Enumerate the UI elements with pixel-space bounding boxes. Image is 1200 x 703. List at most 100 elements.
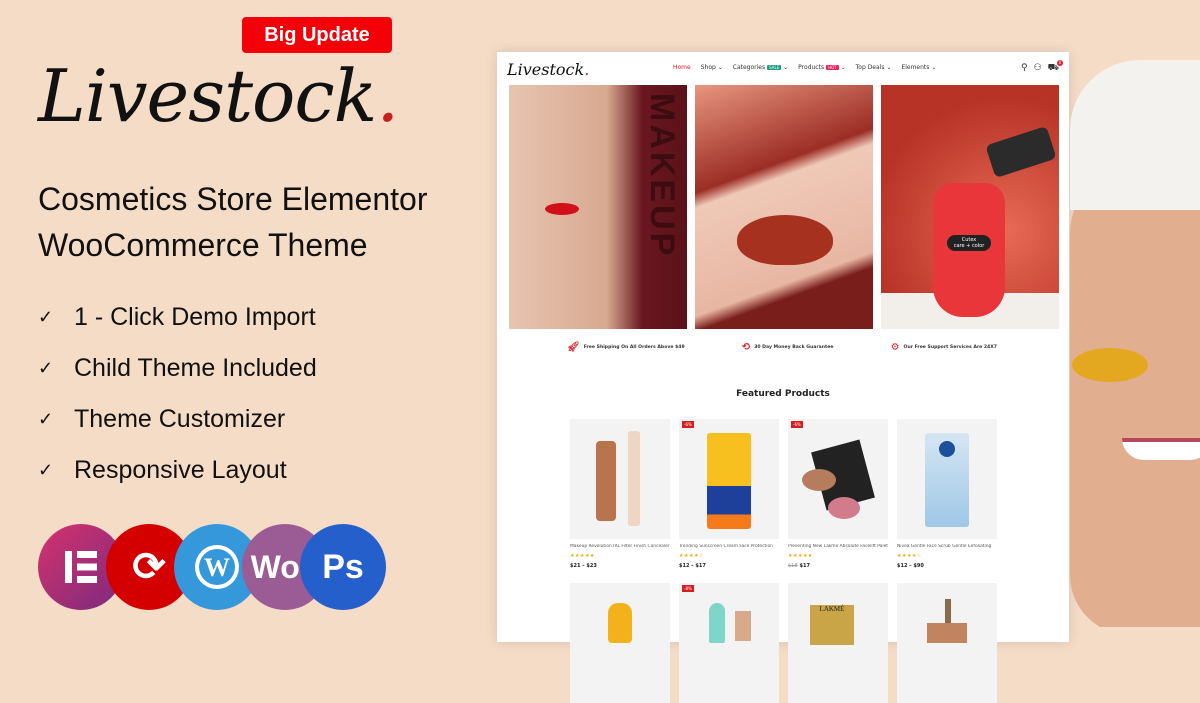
product-image[interactable]: -6%: [679, 419, 779, 539]
price-value: $12 – $17: [679, 563, 706, 569]
headline-line-2: WooCommerce Theme: [38, 227, 368, 263]
product-card[interactable]: -8%: [679, 583, 779, 703]
feature-item: ✓ 1 - Click Demo Import: [38, 292, 317, 343]
site-logo-text: Livestock: [507, 59, 585, 79]
search-icon[interactable]: ⚲: [1021, 63, 1028, 74]
product-price: $21 – $23: [570, 563, 670, 569]
chevron-down-icon: ⌄: [717, 64, 723, 71]
model-photo: [1070, 60, 1200, 627]
money-back-icon: ⟲: [741, 342, 751, 353]
tech-logos: ⟳ W Woo Ps: [38, 524, 398, 610]
product-name[interactable]: Makeup Revolution IRL Filter Finish Conc…: [570, 544, 670, 549]
site-logo[interactable]: Livestock.: [507, 60, 589, 79]
site-logo-dot: .: [584, 59, 590, 79]
feature-item: ✓ Responsive Layout: [38, 445, 317, 496]
product-image[interactable]: [897, 583, 997, 703]
nav-categories[interactable]: Categories SALE ⌄: [733, 64, 788, 71]
service-text: 30 Day Money Back Guarantee: [754, 345, 834, 350]
sale-badge: -6%: [682, 421, 694, 428]
user-icon[interactable]: ⚇: [1034, 63, 1042, 74]
eye-patch: [1072, 348, 1148, 382]
product-rating: ★★★★☆: [679, 553, 704, 559]
chevron-down-icon: ⌄: [840, 64, 846, 71]
product-image[interactable]: [570, 419, 670, 539]
product-price: $12 – $90: [897, 563, 997, 569]
product-image[interactable]: -6%: [788, 419, 888, 539]
feature-list: ✓ 1 - Click Demo Import ✓ Child Theme Incl…: [38, 292, 317, 496]
nav-top-deals-label: Top Deals: [855, 64, 885, 71]
product-name[interactable]: Trending Sunscreen Cream Face Protection: [679, 544, 779, 549]
towel: [1070, 60, 1200, 210]
polish-line: care + color: [953, 243, 985, 249]
logo-dot: .: [376, 54, 399, 138]
feature-label: Theme Customizer: [74, 405, 286, 433]
hot-tag: HOT: [826, 65, 839, 70]
feature-item: ✓ Child Theme Included: [38, 343, 317, 394]
service-item: ⟲ 30 Day Money Back Guarantee: [742, 342, 834, 353]
service-text: Free Shipping On All Orders Above $49: [583, 345, 685, 350]
big-update-badge: Big Update: [242, 17, 392, 53]
product-card[interactable]: [570, 583, 670, 703]
banner-nail-polish[interactable]: Cutex care + color: [881, 85, 1059, 329]
product-image[interactable]: LAKMÉ: [788, 583, 888, 703]
feature-label: Responsive Layout: [74, 456, 287, 484]
nav-shop-label: Shop: [700, 64, 716, 71]
nav-elements[interactable]: Elements ⌄: [901, 64, 936, 71]
product-image[interactable]: -8%: [679, 583, 779, 703]
lips-image: [737, 215, 833, 265]
product-image[interactable]: [897, 419, 997, 539]
product-price: $18 $17: [788, 563, 888, 569]
service-item: ⚙ Our Free Support Services Are 24X7: [891, 342, 997, 353]
banner-makeup[interactable]: MAKEUP: [509, 85, 687, 329]
product-card[interactable]: -6% Presenting New Lakme Absolute Faceli…: [788, 419, 888, 569]
product-rating: ★★★★★: [570, 553, 595, 559]
site-header: Livestock. Home Shop ⌄ Categories SALE ⌄ …: [497, 52, 1069, 86]
product-card[interactable]: -6% Trending Sunscreen Cream Face Protec…: [679, 419, 779, 569]
product-card[interactable]: Nivea Gentle Face Scrub Gentle Exfoliati…: [897, 419, 997, 569]
product-card[interactable]: [897, 583, 997, 703]
check-icon: ✓: [38, 409, 54, 429]
feature-item: ✓ Theme Customizer: [38, 394, 317, 445]
nav-categories-label: Categories: [732, 64, 766, 71]
product-image[interactable]: [570, 583, 670, 703]
sale-tag: SALE: [767, 65, 782, 70]
nav-products-label: Products: [798, 64, 825, 71]
product-name[interactable]: Nivea Gentle Face Scrub Gentle Exfoliati…: [897, 544, 997, 549]
feature-label: 1 - Click Demo Import: [74, 303, 316, 331]
cart-icon[interactable]: ⛟ 0: [1048, 60, 1063, 74]
photoshop-icon: Ps: [300, 524, 386, 610]
product-card[interactable]: LAKMÉ: [788, 583, 888, 703]
featured-products-title: Featured Products: [736, 389, 830, 399]
chevron-down-icon: ⌄: [886, 64, 892, 71]
support-icon: ⚙: [890, 342, 900, 353]
product-price: $12 – $17: [679, 563, 779, 569]
hero-banners: MAKEUP Cutex care + color: [509, 85, 1059, 329]
livestock-logo: Livestock.: [38, 60, 399, 132]
chevron-down-icon: ⌄: [783, 64, 789, 71]
banner-makeup-text: MAKEUP: [643, 93, 681, 259]
nav-products[interactable]: Products HOT ⌄: [798, 64, 845, 71]
sale-badge: -6%: [791, 421, 803, 428]
nav-shop[interactable]: Shop ⌄: [701, 64, 723, 71]
price-value: $17: [799, 563, 810, 569]
product-card[interactable]: Makeup Revolution IRL Filter Finish Conc…: [570, 419, 670, 569]
rocket-icon: 🚀︎: [567, 342, 580, 353]
banner-lips[interactable]: [695, 85, 873, 329]
price-value: $12 – $90: [897, 563, 924, 569]
old-price: $18: [788, 563, 798, 569]
product-grid: Makeup Revolution IRL Filter Finish Conc…: [570, 419, 997, 703]
lakme-brand: LAKMÉ: [810, 605, 854, 645]
nav-elements-label: Elements: [901, 64, 930, 71]
feature-label: Child Theme Included: [74, 354, 317, 382]
nav-top-deals[interactable]: Top Deals ⌄: [856, 64, 892, 71]
header-icons: ⚲ ⚇ ⛟ 0: [1021, 60, 1063, 74]
service-text: Our Free Support Services Are 24X7: [903, 345, 997, 350]
logo-text: Livestock: [38, 54, 377, 138]
polish-cap: [985, 125, 1057, 179]
svg-text:W: W: [204, 553, 230, 582]
product-name[interactable]: Presenting New Lakme Absolute Facelift P…: [788, 544, 888, 549]
product-rating: ★★★★☆: [897, 553, 922, 559]
nav-home[interactable]: Home: [673, 64, 691, 71]
check-icon: ✓: [38, 358, 54, 378]
website-preview: Livestock. Home Shop ⌄ Categories SALE ⌄ …: [497, 52, 1069, 703]
